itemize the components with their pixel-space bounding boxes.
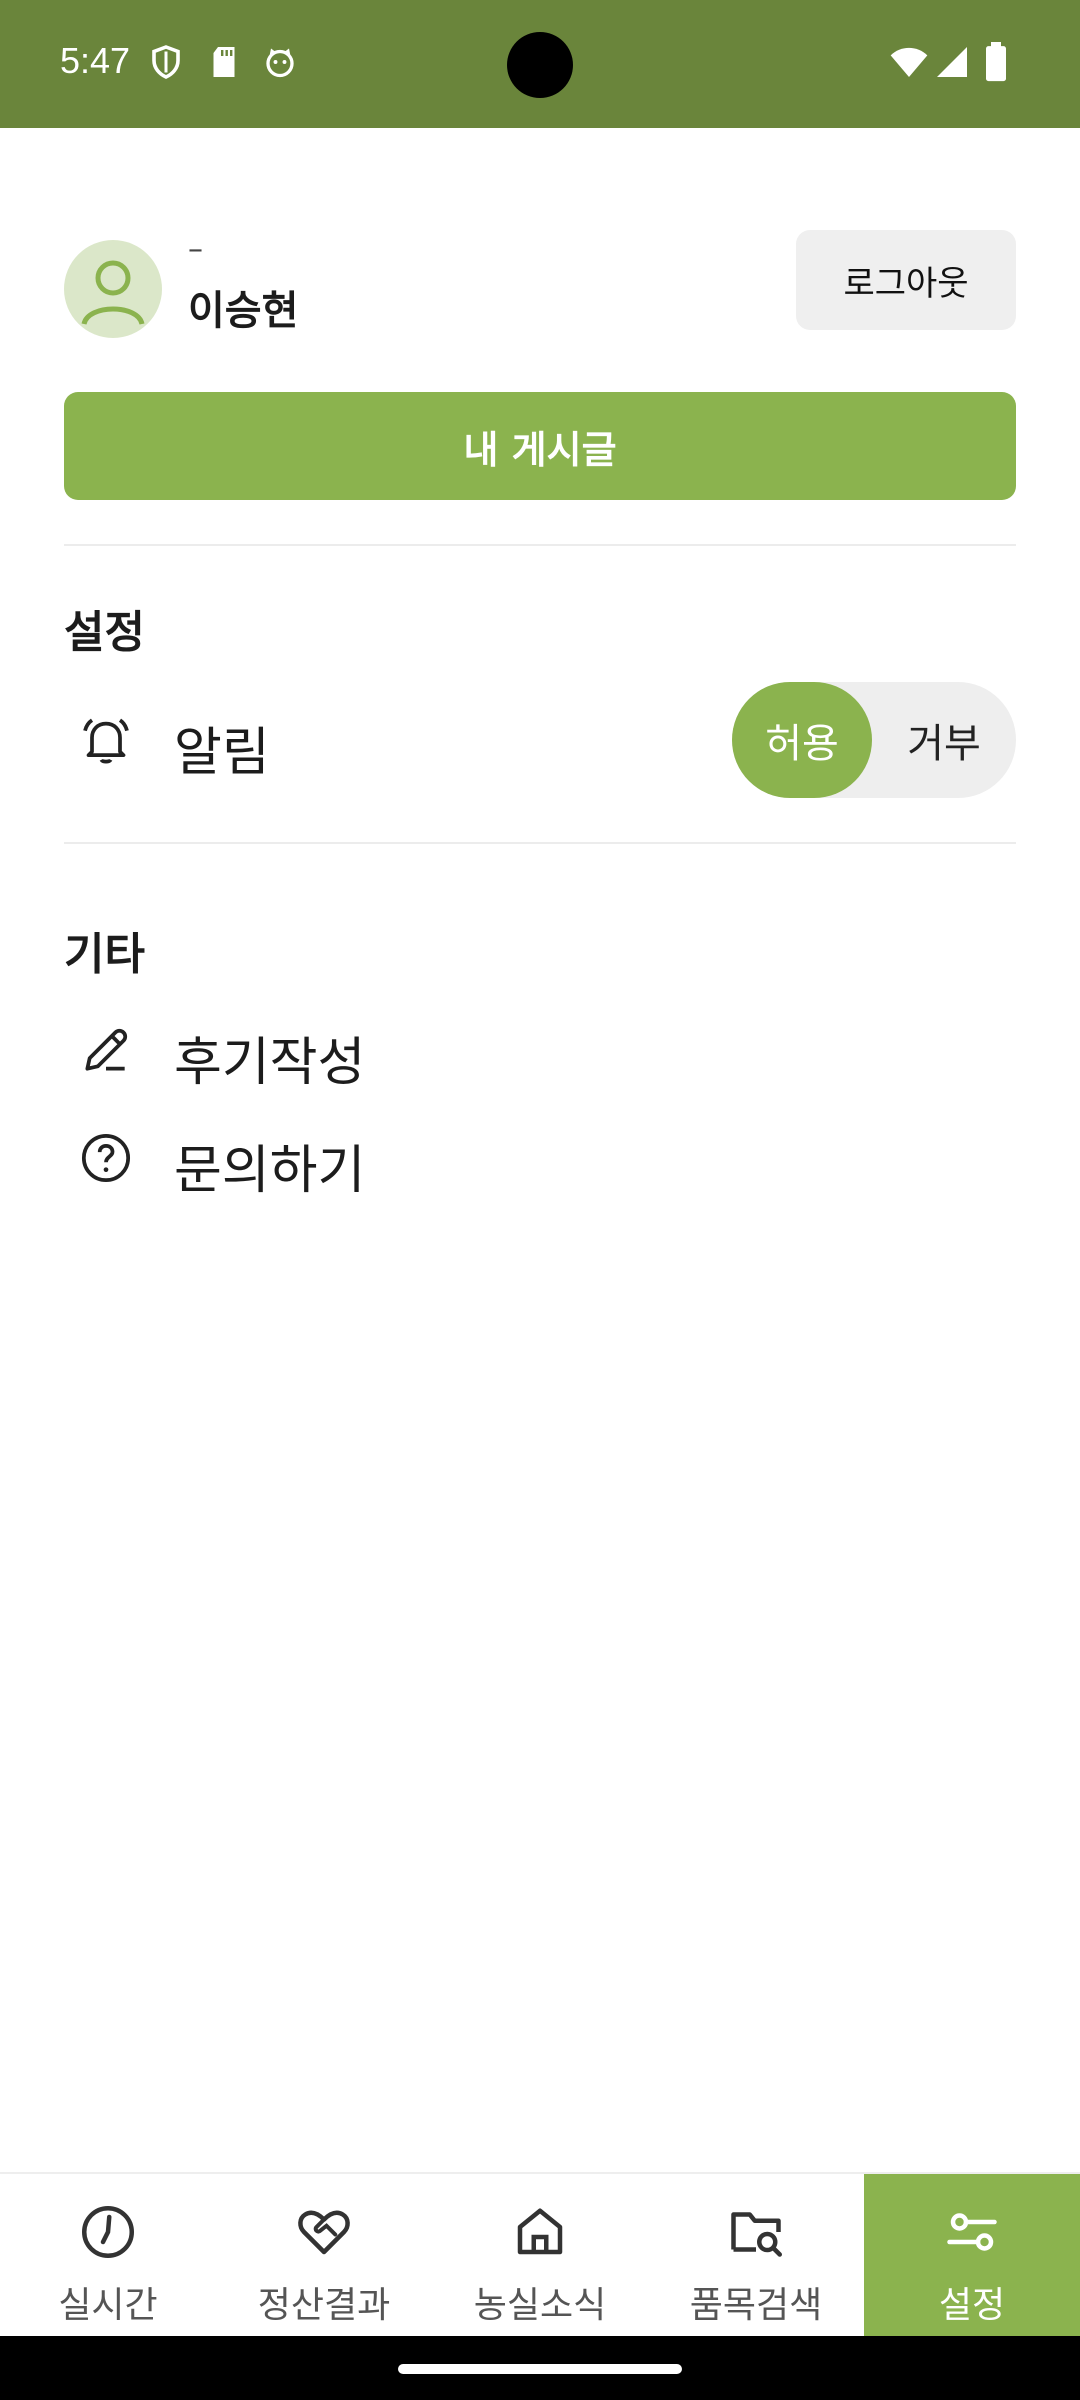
- nav-label: 농실소식: [473, 2285, 607, 2326]
- nav-label: 정산결과: [257, 2285, 391, 2326]
- folder-search-icon: [731, 2212, 782, 2257]
- logout-button[interactable]: 로그아웃: [796, 230, 1016, 330]
- divider: [64, 842, 1016, 844]
- shield-icon: [152, 45, 180, 79]
- inquiry-item[interactable]: 문의하기: [64, 1108, 1016, 1208]
- nav-settings[interactable]: 설정: [864, 2174, 1080, 2338]
- clock-icon: [82, 2206, 134, 2258]
- home-gesture-bar[interactable]: [398, 2364, 682, 2374]
- write-review-item[interactable]: 후기작성: [64, 1000, 1016, 1100]
- inquiry-label: 문의하기: [174, 1141, 366, 1201]
- allow-option[interactable]: 허용: [732, 682, 872, 798]
- question-icon: [81, 1133, 131, 1183]
- bell-icon: [83, 718, 129, 764]
- user-name: 이승현: [188, 288, 299, 334]
- sd-card-icon: [213, 47, 235, 77]
- deny-option[interactable]: 거부: [872, 682, 1016, 798]
- notification-label: 알림: [174, 723, 270, 783]
- handshake-heart-icon: [298, 2210, 350, 2255]
- divider: [64, 544, 1016, 546]
- pencil-icon: [85, 1028, 128, 1071]
- nav-item-search[interactable]: 품목검색: [648, 2174, 864, 2338]
- nav-label: 품목검색: [689, 2285, 823, 2326]
- etc-section-title: 기타: [64, 929, 145, 980]
- user-icon: [81, 260, 145, 325]
- profile-subtitle: –: [188, 232, 203, 267]
- status-time: 5:47: [60, 40, 131, 81]
- nav-news[interactable]: 농실소식: [432, 2174, 648, 2338]
- nav-settlement[interactable]: 정산결과: [216, 2174, 432, 2338]
- settings-section-title: 설정: [64, 607, 145, 658]
- home-icon: [517, 2208, 563, 2255]
- notification-toggle[interactable]: 허용 거부: [732, 682, 1016, 798]
- nav-label: 설정: [938, 2285, 1006, 2326]
- settings-sliders-icon: [947, 2213, 997, 2251]
- my-posts-button[interactable]: 내 게시글: [64, 392, 1016, 500]
- nav-label: 실시간: [58, 2285, 158, 2326]
- avatar[interactable]: [64, 240, 162, 338]
- camera-cutout: [507, 32, 573, 98]
- nav-realtime[interactable]: 실시간: [0, 2174, 216, 2338]
- signal-icon: [937, 47, 967, 77]
- cat-face-icon: [266, 48, 294, 78]
- wifi-icon: [890, 47, 928, 77]
- bottom-nav: 실시간 정산결과 농실소식 품목검색 설정: [0, 2172, 1080, 2338]
- status-bar: 5:47: [0, 0, 1080, 128]
- write-review-label: 후기작성: [174, 1033, 366, 1093]
- battery-icon: [986, 42, 1006, 82]
